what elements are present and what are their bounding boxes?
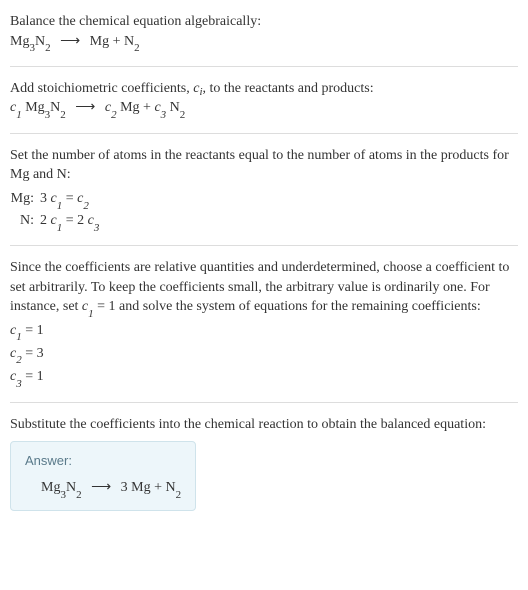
reaction-arrow: ⟶	[91, 478, 111, 498]
text: = 1 and solve the system of equations fo…	[94, 299, 481, 314]
element-label: N:	[10, 211, 40, 233]
step5-instruction: Substitute the coefficients into the che…	[10, 415, 518, 435]
step-5: Substitute the coefficients into the che…	[10, 409, 518, 517]
divider	[10, 245, 518, 246]
ci-symbol: ci	[193, 81, 202, 96]
step3-instruction: Set the number of atoms in the reactants…	[10, 146, 518, 185]
step-2: Add stoichiometric coefficients, ci, to …	[10, 73, 518, 127]
divider	[10, 133, 518, 134]
products: 3 Mg + N2	[121, 480, 181, 495]
step1-instruction: Balance the chemical equation algebraica…	[10, 12, 518, 32]
text: Add stoichiometric coefficients,	[10, 81, 193, 96]
reaction-arrow: ⟶	[75, 98, 95, 118]
step-1: Balance the chemical equation algebraica…	[10, 6, 518, 60]
species-mg3n2: Mg3N2	[22, 100, 66, 115]
step-4: Since the coefficients are relative quan…	[10, 252, 518, 396]
balance-equation: 2 c1 = 2 c3	[40, 211, 105, 233]
step1-equation: Mg3N2 ⟶ Mg + N2	[10, 32, 518, 54]
table-row: N: 2 c1 = 2 c3	[10, 211, 105, 233]
list-item: c1 = 1	[10, 321, 518, 343]
balanced-equation: Mg3N2 ⟶ 3 Mg + N2	[25, 478, 181, 500]
species-mg: Mg +	[117, 100, 155, 115]
divider	[10, 402, 518, 403]
step4-instruction: Since the coefficients are relative quan…	[10, 258, 518, 319]
solution-list: c1 = 1 c2 = 3 c3 = 1	[10, 321, 518, 390]
element-label: Mg:	[10, 189, 40, 211]
list-item: c3 = 1	[10, 367, 518, 389]
list-item: c2 = 3	[10, 344, 518, 366]
species-n2: N2	[166, 100, 185, 115]
table-row: Mg: 3 c1 = c2	[10, 189, 105, 211]
answer-box: Answer: Mg3N2 ⟶ 3 Mg + N2	[10, 441, 196, 511]
reactant-mg3n2: Mg3N2	[10, 34, 51, 49]
reactant-mg3n2: Mg3N2	[41, 480, 82, 495]
coef-c1: c1	[82, 299, 94, 314]
coef-c2: c2	[105, 100, 117, 115]
atom-balance-table: Mg: 3 c1 = c2 N: 2 c1 = 2 c3	[10, 189, 105, 233]
step2-instruction: Add stoichiometric coefficients, ci, to …	[10, 79, 518, 99]
reaction-arrow: ⟶	[60, 32, 80, 52]
step2-equation: c1 Mg3N2 ⟶ c2 Mg + c3 N2	[10, 98, 518, 120]
answer-label: Answer:	[25, 452, 181, 470]
products: Mg + N2	[90, 34, 140, 49]
coef-c1: c1	[10, 100, 22, 115]
step-3: Set the number of atoms in the reactants…	[10, 140, 518, 240]
divider	[10, 66, 518, 67]
coef-c3: c3	[154, 100, 166, 115]
text: , to the reactants and products:	[203, 81, 374, 96]
balance-equation: 3 c1 = c2	[40, 189, 105, 211]
